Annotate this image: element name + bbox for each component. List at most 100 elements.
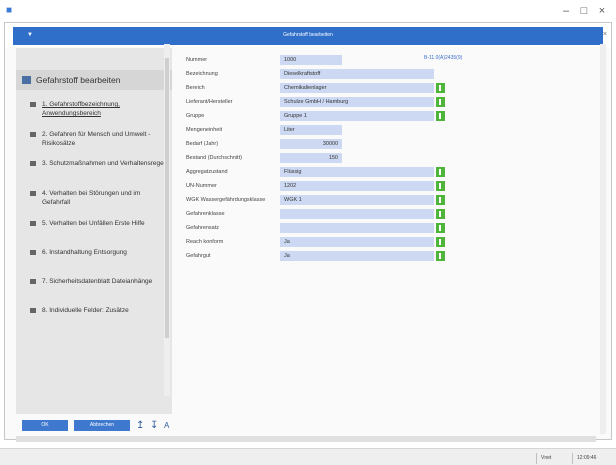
dialog-titlebar: ▼ Gefahrstoff bearbeiten ×	[5, 23, 611, 47]
bereich-select[interactable]: Chemikalienlager	[280, 83, 434, 93]
sidebar-header-label: Gefahrstoff bearbeiten	[36, 75, 121, 85]
sidebar: Gefahrstoff bearbeiten 1. Gefahrstoffbez…	[16, 48, 172, 414]
field-label: WGK Wassergefährdungsklasse	[186, 197, 266, 203]
field-label: UN-Nummer	[186, 183, 217, 189]
field-label: Nummer	[186, 57, 208, 63]
app-logo-icon: ■	[6, 5, 13, 16]
form-row-gefahrgut: Gefahrgut Ja	[180, 251, 600, 261]
dropdown-icon[interactable]	[436, 167, 445, 177]
cancel-button[interactable]: Abbrechen	[74, 420, 130, 431]
field-label: Aggregatzustand	[186, 169, 228, 175]
sidebar-item-1[interactable]: 1. Gefahrstoffbezeichnung, Anwendungsber…	[30, 100, 170, 118]
horizontal-scrollbar[interactable]	[16, 436, 596, 442]
content-scrollbar[interactable]	[600, 44, 606, 434]
sidebar-item-label: 5. Verhalten bei Unfällen Erste Hilfe	[42, 220, 145, 227]
field-label: Bestand (Durchschnitt)	[186, 155, 242, 161]
dialog-close-icon[interactable]: ×	[603, 31, 607, 39]
sidebar-item-label: 1. Gefahrstoffbezeichnung, Anwendungsber…	[42, 101, 120, 117]
dialog-title: Gefahrstoff bearbeiten	[283, 32, 333, 38]
sidebar-item-label: 8. Individuelle Felder: Zusätze	[42, 307, 129, 314]
dropdown-icon[interactable]	[436, 181, 445, 191]
reach-select[interactable]: Ja	[280, 237, 434, 247]
mengeneinheit-field[interactable]: Liter	[280, 125, 342, 135]
field-label: Lieferant/Hersteller	[186, 99, 233, 105]
ok-button[interactable]: OK	[22, 420, 68, 431]
bedarf-field[interactable]: 30000	[280, 139, 342, 149]
form-row-lieferant: Lieferant/Hersteller Schulze GmbH / Hamb…	[180, 97, 600, 107]
form-row-bestand: Bestand (Durchschnitt) 150	[180, 153, 600, 163]
nummer-field[interactable]: 1000	[280, 55, 342, 65]
form-row-nummer: Nummer 1000	[180, 55, 600, 65]
form-row-wgk: WGK Wassergefährdungsklasse WGK 1	[180, 195, 600, 205]
bezeichnung-field[interactable]: Dieselkraftstoff	[280, 69, 434, 79]
field-label: Bereich	[186, 85, 205, 91]
sidebar-item-5[interactable]: 5. Verhalten bei Unfällen Erste Hilfe	[30, 219, 170, 228]
lieferant-select[interactable]: Schulze GmbH / Hamburg	[280, 97, 434, 107]
wgk-select[interactable]: WGK 1	[280, 195, 434, 205]
sidebar-item-label: 6. Instandhaltung Entsorgung	[42, 249, 127, 256]
field-label: Bedarf (Jahr)	[186, 141, 219, 147]
list-bullet-icon	[30, 102, 36, 107]
field-label: Reach konform	[186, 239, 224, 245]
gefahrenklasse-select[interactable]	[280, 209, 434, 219]
bestand-field[interactable]: 150	[280, 153, 342, 163]
dropdown-icon[interactable]	[436, 209, 445, 219]
hazard-form: B-11.0(A)2435(9) Nummer 1000 Bezeichnung…	[180, 48, 600, 348]
sidebar-item-label: 3. Schutzmaßnahmen und Verhaltensregeln	[42, 160, 169, 167]
form-row-gruppe: Gruppe Gruppe 1	[180, 111, 600, 121]
dropdown-icon[interactable]	[436, 97, 445, 107]
dropdown-icon[interactable]	[436, 83, 445, 93]
upload-icon[interactable]: ↥	[136, 420, 144, 431]
form-row-mengeneinheit: Mengeneinheit Liter	[180, 125, 600, 135]
field-label: Mengeneinheit	[186, 127, 223, 133]
sidebar-item-3[interactable]: 3. Schutzmaßnahmen und Verhaltensregeln	[30, 159, 170, 168]
sidebar-item-7[interactable]: 7. Sicherheitsdatenblatt Dateianhänge	[30, 277, 170, 286]
aggregatzustand-select[interactable]: Flüssig	[280, 167, 434, 177]
form-row-aggregatzustand: Aggregatzustand Flüssig	[180, 167, 600, 177]
sidebar-item-label: 7. Sicherheitsdatenblatt Dateianhänge	[42, 278, 153, 285]
list-bullet-icon	[30, 250, 36, 255]
list-bullet-icon	[30, 221, 36, 226]
form-row-bereich: Bereich Chemikalienlager	[180, 83, 600, 93]
close-window-button[interactable]: ×	[592, 3, 612, 19]
dropdown-icon[interactable]	[436, 111, 445, 121]
gruppe-select[interactable]: Gruppe 1	[280, 111, 434, 121]
sidebar-item-6[interactable]: 6. Instandhaltung Entsorgung	[30, 248, 170, 257]
form-row-bezeichnung: Bezeichnung Dieselkraftstoff	[180, 69, 600, 79]
dropdown-icon[interactable]	[436, 223, 445, 233]
download-icon[interactable]: ↧	[150, 420, 158, 431]
form-row-gefahrenklasse: Gefahrenklasse	[180, 209, 600, 219]
minimize-button[interactable]: –	[556, 3, 576, 19]
un-nummer-select[interactable]: 1202	[280, 181, 434, 191]
os-window-bar: ■ – □ ×	[0, 0, 616, 22]
form-row-gefahrensatz: Gefahrensatz	[180, 223, 600, 233]
field-label: Bezeichnung	[186, 71, 218, 77]
form-row-un-nummer: UN-Nummer 1202	[180, 181, 600, 191]
dropdown-icon[interactable]	[436, 237, 445, 247]
status-bar: Vnet 12:09:46	[0, 448, 616, 465]
sidebar-item-2[interactable]: 2. Gefahren für Mensch und Umwelt - Risi…	[30, 130, 170, 148]
sidebar-item-label: 2. Gefahren für Mensch und Umwelt - Risi…	[42, 131, 151, 147]
dropdown-icon[interactable]	[436, 195, 445, 205]
font-size-icon[interactable]: A	[164, 420, 169, 431]
list-bullet-icon	[30, 191, 36, 196]
form-row-reach: Reach konform Ja	[180, 237, 600, 247]
sidebar-header: Gefahrstoff bearbeiten	[16, 70, 172, 90]
sidebar-scrollbar-thumb[interactable]	[165, 58, 169, 338]
gefahrgut-select[interactable]: Ja	[280, 251, 434, 261]
sidebar-item-label: 4. Verhalten bei Störungen und im Gefahr…	[42, 190, 141, 206]
list-bullet-icon	[30, 132, 36, 137]
folder-icon	[22, 76, 31, 84]
sidebar-item-4[interactable]: 4. Verhalten bei Störungen und im Gefahr…	[30, 189, 170, 207]
list-bullet-icon	[30, 279, 36, 284]
maximize-button[interactable]: □	[574, 3, 594, 19]
list-bullet-icon	[30, 161, 36, 166]
form-row-bedarf: Bedarf (Jahr) 30000	[180, 139, 600, 149]
field-label: Gefahrensatz	[186, 225, 220, 231]
status-time: 12:09:46	[572, 453, 612, 464]
sidebar-scrollbar[interactable]	[164, 44, 170, 396]
gefahrensatz-select[interactable]	[280, 223, 434, 233]
dropdown-icon[interactable]	[436, 251, 445, 261]
field-label: Gefahrenklasse	[186, 211, 225, 217]
sidebar-item-8[interactable]: 8. Individuelle Felder: Zusätze	[30, 306, 170, 315]
